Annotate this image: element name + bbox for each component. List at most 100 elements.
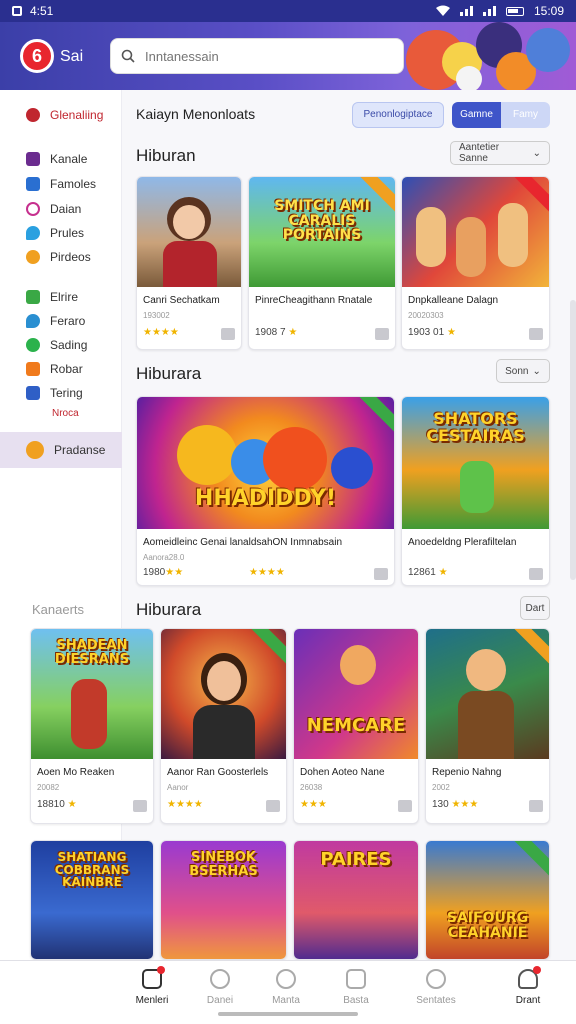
download-icon[interactable] (529, 800, 543, 812)
game-card[interactable]: SINEBOK BSERHAS (160, 840, 287, 960)
profile-icon (518, 966, 541, 989)
game-title: Dnpkalleane Dalagn (408, 295, 499, 306)
game-card[interactable]: HHADIDDY! Aomeidleinc Genai lanaldsahON … (136, 396, 395, 586)
coin-icon (26, 250, 40, 264)
game-card[interactable]: SMITCH AMI CARALIS PORTAINS PinreCheagit… (248, 176, 396, 350)
game-thumbnail (137, 177, 241, 287)
twitter-bird-icon (26, 226, 40, 240)
game-card[interactable]: NEMCARE Dohen Aoteo Nane 26038 ★★★ (293, 628, 419, 824)
nav-profile[interactable]: Drant (488, 966, 568, 1006)
game-count: 1980 (143, 567, 166, 578)
sidebar-item-label: Prules (50, 226, 85, 240)
search-bar[interactable] (110, 38, 404, 74)
game-meta: 1908 7 ★ (255, 327, 297, 338)
game-count: 18810 (37, 799, 65, 810)
toggle-games[interactable]: Gamne (452, 102, 501, 128)
new-ribbon (510, 841, 549, 878)
sidebar-item-label: Elrire (50, 290, 79, 304)
game-card[interactable]: SHATORS CESTAIRAS Anoedeldng Plerafiltel… (401, 396, 550, 586)
sidebar-item-6[interactable]: Feraro (0, 310, 122, 332)
sidebar-sub-label[interactable]: Nroca (0, 402, 122, 424)
nav-label: Basta (343, 995, 369, 1006)
game-card[interactable]: Aanor Ran Goosterlels Aanor ★★★★ (160, 628, 287, 824)
nav-clock[interactable]: Manta (246, 969, 326, 1006)
clock-icon (276, 969, 296, 989)
game-thumbnail: HHADIDDY! (137, 397, 394, 529)
scrollbar[interactable] (570, 300, 576, 580)
nav-label: Menleri (135, 995, 169, 1006)
section-title: Hiburara (136, 364, 202, 383)
game-card[interactable]: Dnpkalleane Dalagn 20020303 1903 01 ★ (401, 176, 550, 350)
sidebar-item-8[interactable]: Robar (0, 358, 122, 380)
game-card[interactable]: Repenio Nahng 2002 130 ★★★ (425, 628, 550, 824)
sidebar-item-7[interactable]: Sading (0, 334, 122, 356)
nav-library[interactable]: Basta (316, 969, 396, 1006)
thumbs-up-icon (26, 177, 40, 191)
view-toggle: Gamne Famy (452, 102, 550, 128)
sidebar-item-5[interactable]: Elrire (0, 286, 122, 308)
sidebar-item-9[interactable]: Tering (0, 382, 122, 404)
filter-button[interactable]: Penonlogiptace (352, 102, 444, 128)
game-meta: 18810 ★ (37, 799, 77, 810)
chevron-down-icon: ⌄ (532, 147, 541, 159)
game-title: Aomeidleinc Genai lanaldsahON Inmnabsain (143, 537, 343, 548)
sidebar-item-0[interactable]: Kanale (0, 148, 122, 170)
page-title: Kaiayn Menonloats (136, 106, 256, 122)
game-title: Aanor Ran Goosterlels (167, 767, 269, 778)
rating-stars: ★★★★ (167, 799, 203, 810)
sidebar-item-active[interactable]: Pradanse (0, 432, 122, 468)
game-art-text: SHADEAN DIESRANS (54, 638, 130, 667)
game-title: Anoedeldng Plerafiltelan (408, 537, 517, 548)
nav-settings[interactable]: Sentates (396, 969, 476, 1006)
nav-label: Sentates (416, 995, 456, 1006)
game-meta: ★★★★ (167, 799, 203, 810)
game-count: 1908 7 (255, 327, 286, 338)
sidebar-item-2[interactable]: Daian (0, 198, 122, 220)
game-title: Canri Sechatkam (143, 295, 220, 306)
game-meta: 12861 ★ (408, 567, 448, 578)
sidebar-item-label: Pradanse (54, 443, 106, 457)
section-dropdown[interactable]: Aantetier Sanne ⌄ (450, 141, 550, 165)
game-card[interactable]: SHADEAN DIESRANS Aoen Mo Reaken 20082 18… (30, 628, 154, 824)
game-art-text: SHATORS CESTAIRAS (426, 409, 525, 445)
game-meta: ★★★★ (143, 327, 179, 338)
rating-stars: ★ (438, 567, 448, 578)
rating-stars: ★★★ (451, 799, 479, 810)
download-icon[interactable] (375, 328, 389, 340)
game-art-text: SINEBOK BSERHAS (189, 850, 258, 879)
section-dropdown[interactable]: Sonn ⌄ (496, 359, 550, 383)
nav-label: Manta (272, 995, 300, 1006)
sidebar-item-4[interactable]: Pirdeos (0, 246, 122, 268)
sidebar-item-top[interactable]: Glenaliing (0, 104, 122, 126)
sidebar-item-3[interactable]: Prules (0, 222, 122, 244)
download-icon[interactable] (374, 568, 388, 580)
download-icon[interactable] (529, 328, 543, 340)
app-logo[interactable]: 6 (20, 39, 54, 73)
game-subtitle: Aanor (167, 783, 189, 792)
game-meta: 1980★★ (143, 567, 183, 578)
download-icon[interactable] (529, 568, 543, 580)
rating-stars: ★ (446, 327, 456, 338)
game-meta: 1903 01 ★ (408, 327, 456, 338)
game-thumbnail (161, 629, 286, 759)
sidebar-item-label: Glenaliing (50, 108, 104, 122)
ring-icon (26, 202, 40, 216)
game-thumbnail: NEMCARE (294, 629, 418, 759)
game-art-text: HHADIDDY! (194, 486, 337, 511)
new-ribbon (247, 629, 286, 666)
download-icon[interactable] (398, 800, 412, 812)
game-card[interactable]: SHATIANG COBBRANS KAINBRE (30, 840, 154, 960)
download-icon[interactable] (266, 800, 280, 812)
game-card[interactable]: PAIRES (293, 840, 419, 960)
game-card[interactable]: SAIFOURG CEAHANIE (425, 840, 550, 960)
section-button[interactable]: Dart (520, 596, 550, 620)
toggle-family[interactable]: Famy (501, 102, 550, 128)
bookmark-icon (26, 386, 40, 400)
home-indicator[interactable] (218, 1012, 358, 1016)
game-card[interactable]: Canri Sechatkam 193002 ★★★★ (136, 176, 242, 350)
search-input[interactable] (145, 48, 385, 64)
download-icon[interactable] (221, 328, 235, 340)
sidebar-item-1[interactable]: Famoles (0, 173, 122, 195)
sidebar-item-label: Feraro (50, 314, 86, 328)
download-icon[interactable] (133, 800, 147, 812)
